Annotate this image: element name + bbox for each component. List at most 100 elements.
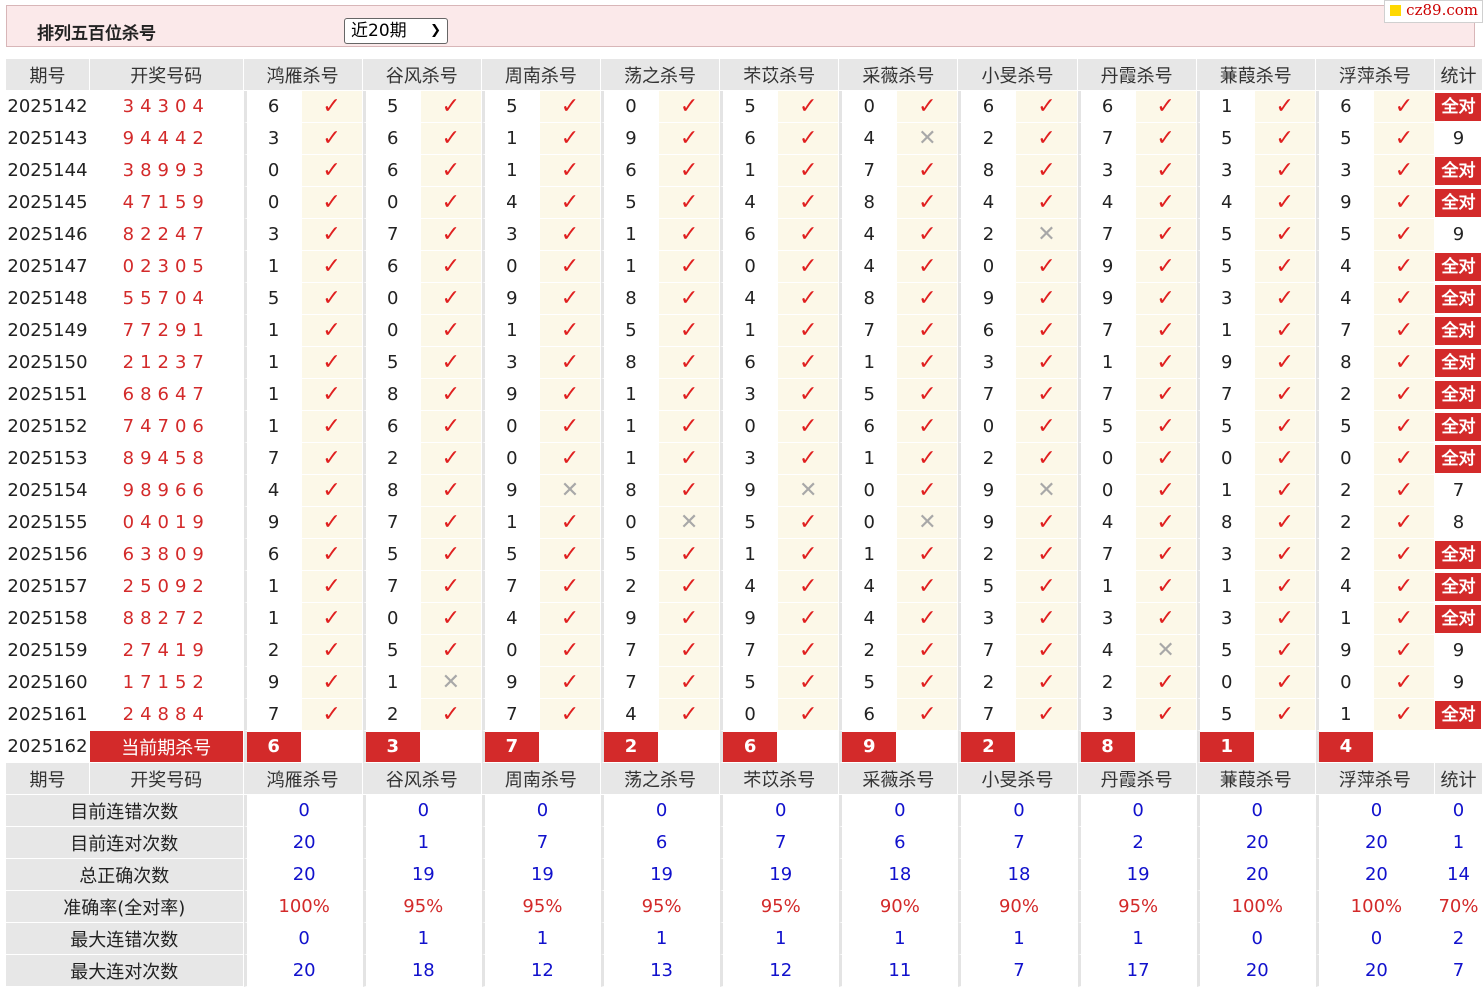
summary-value: 7 [720,827,840,859]
kill-number-cell: 1 [481,123,540,155]
result-cell: ✓ [897,91,959,123]
check-icon: ✓ [322,638,341,663]
summary-value: 20 [243,859,363,891]
check-icon: ✓ [1275,286,1294,311]
result-cell: ✓ [539,123,601,155]
summary-value: 1 [362,827,482,859]
site-logo[interactable]: cz89.com [1384,0,1483,23]
check-icon: ✓ [560,254,580,279]
check-icon: ✓ [1156,158,1175,183]
result-cell: ✓ [1016,187,1078,219]
result-cell: ✓ [1135,379,1197,411]
draw-number-cell: 94442 [89,123,244,155]
stat-cell: 全对 [1434,347,1483,379]
kill-number-cell: 0 [481,635,540,667]
check-icon: ✓ [1037,606,1056,631]
stat-value: 7 [1452,480,1465,501]
current-kill-number: 2 [961,731,1016,762]
table-row: 2025150 21237 1 ✓ 5 ✓ 3 ✓ 8 ✓ 6 ✓ 1 ✓ 3 ✓ 1 ✓ 9 ✓ 8 ✓ 全对 [6,347,1483,379]
header-expert: 谷风杀号 [362,59,482,91]
current-kill-cell: 4 [1315,731,1374,763]
result-cell: ✓ [1135,443,1197,475]
result-cell: ✓ [659,123,721,155]
result-cell: ✓ [897,699,959,731]
draw-number-cell: 74706 [89,411,244,443]
kill-number-cell: 4 [601,699,659,731]
period-select[interactable]: 近20期 ❯ [344,18,448,44]
kill-number-cell: 2 [1315,507,1374,539]
kill-number-cell: 1 [839,539,898,571]
result-cell: ✓ [1373,475,1435,507]
summary-value: 13 [601,955,721,987]
table-row: 2025151 68647 1 ✓ 8 ✓ 9 ✓ 1 ✓ 3 ✓ 5 ✓ 7 ✓ 7 ✓ 7 ✓ 2 ✓ 全对 [6,379,1483,411]
table-row: 2025146 82247 3 ✓ 7 ✓ 3 ✓ 1 ✓ 6 ✓ 4 ✓ 2 ✕ 7 ✓ 5 ✓ 5 ✓ 9 [6,219,1483,251]
current-empty-cell [897,731,959,763]
check-icon: ✓ [918,158,937,183]
result-cell: ✓ [659,91,721,123]
summary-value: 19 [720,859,840,891]
check-icon: ✓ [322,414,341,439]
check-icon: ✓ [560,126,580,151]
check-icon: ✓ [1394,638,1414,663]
summary-label: 目前连对次数 [6,827,244,859]
check-icon: ✓ [1394,414,1414,439]
kill-number-cell: 6 [720,219,779,251]
result-cell: ✓ [897,571,959,603]
check-icon: ✓ [441,542,460,567]
result-cell: ✓ [301,315,363,347]
header-expert: 浮萍杀号 [1315,59,1435,91]
result-cell: ✓ [659,699,721,731]
table-row: 2025153 89458 7 ✓ 2 ✓ 0 ✓ 1 ✓ 3 ✓ 1 ✓ 2 ✓ 0 ✓ 0 ✓ 0 ✓ 全对 [6,443,1483,475]
check-icon: ✓ [798,414,818,439]
result-cell: ✓ [1254,507,1316,539]
kill-number-cell: 8 [1315,347,1374,379]
kill-number-cell: 9 [1315,635,1374,667]
issue-cell: 2025144 [6,155,90,187]
kill-number-cell: 9 [720,603,779,635]
kill-number-cell: 0 [1315,443,1374,475]
page-title: 排列五百位杀号 [37,24,156,44]
kill-number-cell: 4 [481,603,540,635]
kill-number-cell: 3 [720,379,779,411]
check-icon: ✓ [679,222,699,247]
check-icon: ✓ [1156,350,1175,375]
result-cell: ✓ [420,315,482,347]
all-correct-badge: 全对 [1435,92,1482,121]
stat-cell: 全对 [1434,411,1483,443]
summary-value: 1 [839,923,959,955]
check-icon: ✓ [1156,190,1175,215]
issue-cell: 2025153 [6,443,90,475]
current-kill-cell: 7 [481,731,540,763]
check-icon: ✓ [798,286,818,311]
check-icon: ✓ [1156,94,1175,119]
result-cell: ✓ [420,539,482,571]
kill-number-cell: 6 [601,155,659,187]
check-icon: ✓ [441,286,460,311]
kill-number-cell: 0 [481,443,540,475]
result-cell: ✓ [420,443,482,475]
check-icon: ✓ [1275,670,1294,695]
kill-number-cell: 4 [839,219,898,251]
result-cell: ✓ [897,603,959,635]
result-cell: ✓ [1373,123,1435,155]
check-icon: ✓ [679,638,699,663]
current-issue: 2025162 [6,731,90,763]
result-cell: ✓ [1254,251,1316,283]
kill-number-cell: 2 [958,219,1017,251]
header-stat: 统计 [1434,59,1483,91]
check-icon: ✓ [798,254,818,279]
kill-number-cell: 1 [720,539,779,571]
kill-number-cell: 7 [601,635,659,667]
header-expert: 浮萍杀号 [1315,763,1435,795]
result-cell: ✓ [778,699,840,731]
issue-cell: 2025156 [6,539,90,571]
check-icon: ✓ [1394,158,1414,183]
check-icon: ✓ [1275,94,1294,119]
all-correct-badge: 全对 [1435,444,1482,473]
kill-number-cell: 5 [362,539,421,571]
kill-number-cell: 8 [601,347,659,379]
kill-number-cell: 2 [958,667,1017,699]
check-icon: ✓ [322,478,341,503]
stat-cell: 全对 [1434,315,1483,347]
stat-cell: 9 [1434,635,1483,667]
